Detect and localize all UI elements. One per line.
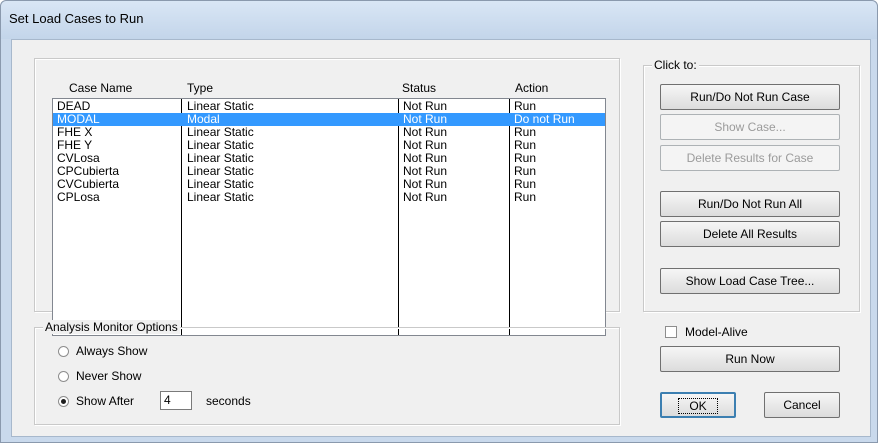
delete-all-results-button[interactable]: Delete All Results [660,221,840,247]
show-load-case-tree-button[interactable]: Show Load Case Tree... [660,268,840,294]
show-after-radio[interactable] [58,396,69,407]
delete-results-for-case-button[interactable]: Delete Results for Case [660,145,840,171]
seconds-input[interactable]: 4 [160,391,192,410]
never-show-label[interactable]: Never Show [76,369,141,383]
column-header-case-name[interactable]: Case Name [69,81,132,95]
window-title: Set Load Cases to Run [9,11,144,26]
status-cell: Not Run [403,190,448,204]
model-alive-checkbox[interactable] [665,326,677,338]
column-header-action[interactable]: Action [515,81,548,95]
model-alive-label[interactable]: Model-Alive [685,325,748,339]
run-do-not-run-case-button[interactable]: Run/Do Not Run Case [660,84,840,110]
show-case-button[interactable]: Show Case... [660,114,840,140]
dialog-window: Set Load Cases to Run Case Name Type Sta… [0,0,878,443]
run-do-not-run-all-button[interactable]: Run/Do Not Run All [660,191,840,217]
always-show-radio[interactable] [58,346,69,357]
show-after-label[interactable]: Show After [76,394,134,408]
case-name-cell: CPLosa [57,190,100,204]
column-header-status[interactable]: Status [402,81,436,95]
seconds-label: seconds [206,394,251,408]
run-now-button[interactable]: Run Now [660,346,840,372]
dialog-client-area: Case Name Type Status Action DEAD Linear … [11,39,871,437]
action-cell: Run [514,190,537,204]
cancel-button[interactable]: Cancel [764,392,840,418]
ok-button[interactable]: OK [660,392,736,418]
type-cell: Linear Static [187,190,254,204]
table-row[interactable]: CPLosa Linear Static Not Run Run [53,191,605,204]
column-header-type[interactable]: Type [187,81,213,95]
ok-button-label: OK [678,398,718,414]
never-show-radio[interactable] [58,371,69,382]
always-show-label[interactable]: Always Show [76,344,147,358]
title-bar[interactable]: Set Load Cases to Run [1,1,877,39]
analysis-monitor-legend: Analysis Monitor Options [43,320,180,334]
case-list[interactable]: DEAD Linear Static Not Run Run MODAL Modal Not… [52,98,606,336]
click-to-legend: Click to: [652,58,699,72]
